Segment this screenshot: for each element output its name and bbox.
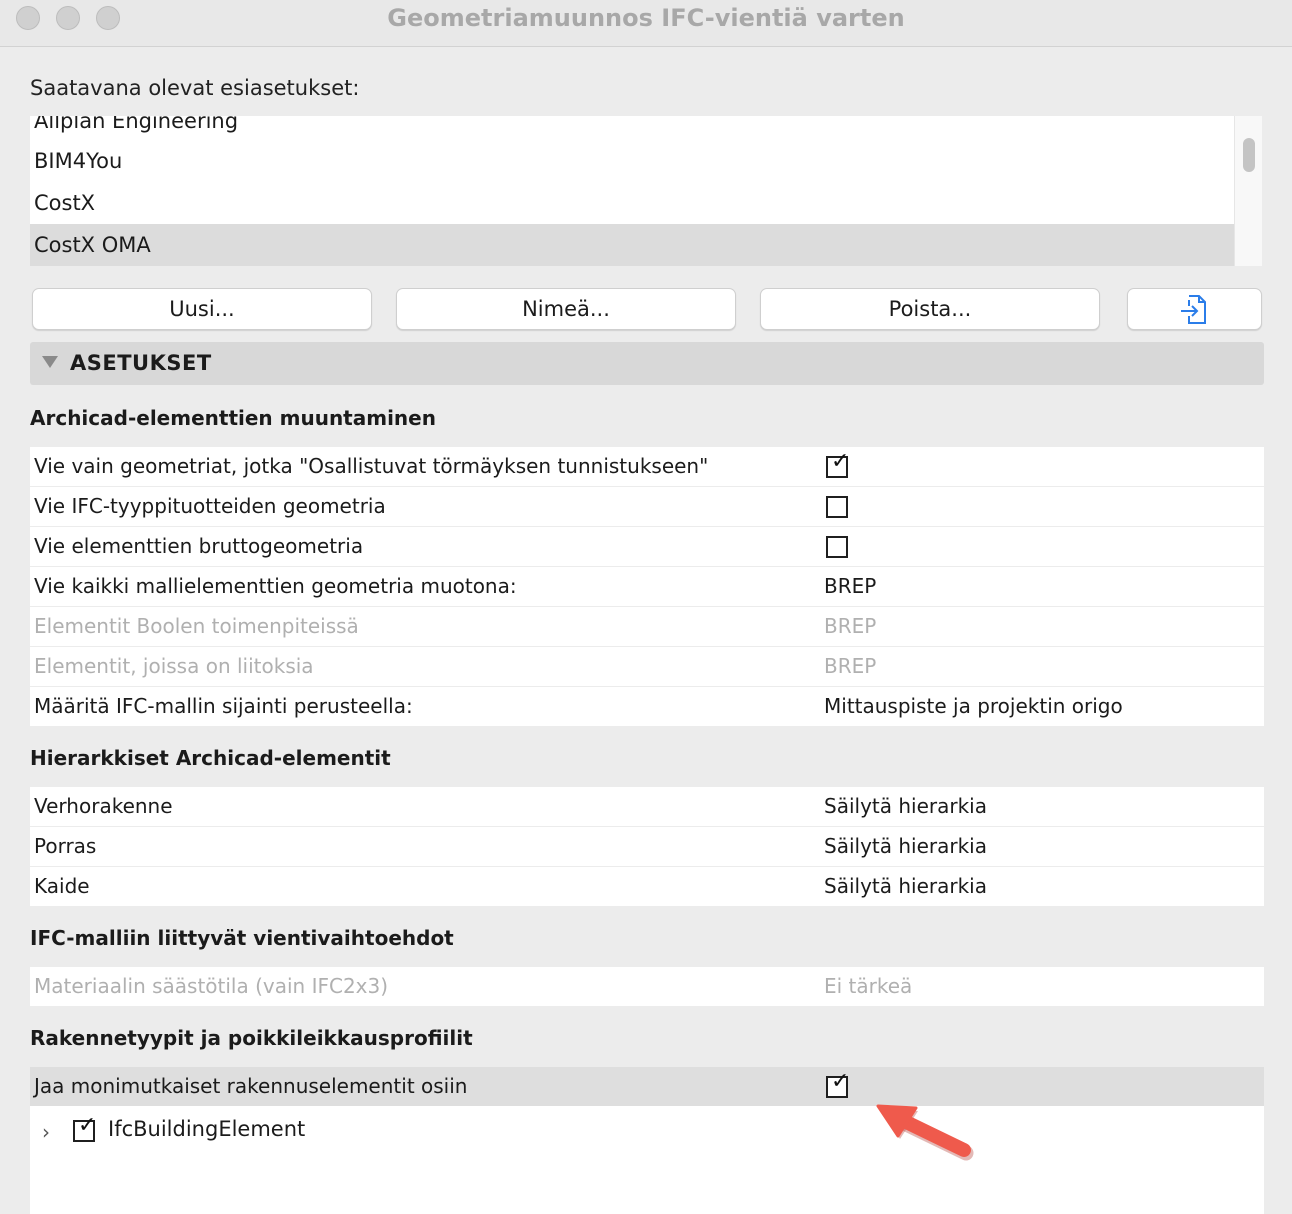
list-item[interactable]: CostX	[30, 182, 1234, 224]
expand-chevron-icon[interactable]: ›	[42, 1120, 50, 1144]
setting-row: Porras Säilytä hierarkia	[30, 827, 1264, 866]
tree-checkbox[interactable]: ✓	[73, 1115, 96, 1142]
checkbox[interactable]	[826, 496, 848, 518]
setting-name: Vie IFC-tyyppituotteiden geometria	[34, 494, 386, 518]
settings-section-header[interactable]: ASETUKSET	[30, 342, 1264, 385]
list-item-selected[interactable]: CostX OMA	[30, 224, 1234, 266]
import-icon	[1180, 295, 1206, 324]
presets-label: Saatavana olevat esiasetukset:	[30, 76, 360, 100]
setting-row: Vie IFC-tyyppituotteiden geometria	[30, 487, 1264, 526]
setting-name: Kaide	[34, 874, 90, 898]
title-bar: Geometriamuunnos IFC-vientiä varten	[0, 0, 1292, 47]
scrollbar-thumb[interactable]	[1243, 138, 1255, 172]
check-icon: ✓	[78, 1113, 97, 1138]
import-button[interactable]	[1127, 288, 1262, 330]
checkbox[interactable]: ✓	[826, 1071, 849, 1098]
group-title: Hierarkkiset Archicad-elementit	[30, 746, 391, 770]
group-title: Rakennetyypit ja poikkileikkausprofiilit	[30, 1026, 473, 1050]
setting-row: Vie elementtien bruttogeometria	[30, 527, 1264, 566]
setting-name: Vie elementtien bruttogeometria	[34, 534, 364, 558]
list-item[interactable]: BIM4You	[30, 140, 1234, 182]
setting-row: Materiaalin säästötila (vain IFC2x3) Ei …	[30, 967, 1264, 1006]
group-title: Archicad-elementtien muuntaminen	[30, 406, 436, 430]
new-button[interactable]: Uusi...	[32, 288, 372, 330]
check-icon: ✓	[831, 1069, 850, 1094]
setting-row-selected[interactable]: Jaa monimutkaiset rakennuselementit osii…	[30, 1067, 1264, 1106]
setting-row: Vie vain geometriat, jotka "Osallistuvat…	[30, 447, 1264, 486]
setting-value: Ei tärkeä	[824, 974, 913, 998]
setting-name: Verhorakenne	[34, 794, 173, 818]
setting-name: Porras	[34, 834, 97, 858]
check-icon: ✓	[831, 449, 850, 474]
disclosure-triangle-icon[interactable]	[42, 356, 58, 368]
setting-value: BREP	[824, 654, 877, 678]
setting-value[interactable]: Säilytä hierarkia	[824, 827, 987, 866]
setting-row: Verhorakenne Säilytä hierarkia	[30, 787, 1264, 826]
setting-value[interactable]: Säilytä hierarkia	[824, 867, 987, 906]
setting-value[interactable]: Mittauspiste ja projektin origo	[824, 687, 1123, 726]
window-title: Geometriamuunnos IFC-vientiä varten	[387, 4, 905, 32]
presets-list[interactable]: Allplan Engineering BIM4You CostX CostX …	[30, 116, 1262, 266]
annotation-arrow-icon	[876, 1104, 974, 1161]
setting-value[interactable]: BREP	[824, 567, 876, 606]
setting-row: Määritä IFC-mallin sijainti perusteella:…	[30, 687, 1264, 726]
setting-row: Elementit, joissa on liitoksia BREP	[30, 647, 1264, 686]
setting-row: Elementit Boolen toimenpiteissä BREP	[30, 607, 1264, 646]
setting-value: BREP	[824, 614, 877, 638]
delete-button[interactable]: Poista...	[760, 288, 1100, 330]
setting-name: Vie kaikki mallielementtien geometria mu…	[34, 574, 517, 598]
checkbox[interactable]	[826, 536, 848, 558]
setting-row: Kaide Säilytä hierarkia	[30, 867, 1264, 906]
element-tree: › ✓ IfcBuildingElement	[30, 1106, 1264, 1214]
list-item[interactable]: Allplan Engineering	[30, 116, 1234, 142]
setting-value[interactable]: Säilytä hierarkia	[824, 787, 987, 826]
rename-button[interactable]: Nimeä...	[396, 288, 736, 330]
setting-name: Elementit, joissa on liitoksia	[34, 654, 314, 678]
setting-name: Jaa monimutkaiset rakennuselementit osii…	[34, 1074, 468, 1098]
tree-item-label[interactable]: IfcBuildingElement	[108, 1117, 305, 1141]
setting-name: Vie vain geometriat, jotka "Osallistuvat…	[34, 454, 709, 478]
setting-name: Materiaalin säästötila (vain IFC2x3)	[34, 974, 389, 998]
setting-name: Määritä IFC-mallin sijainti perusteella:	[34, 694, 413, 718]
setting-row: Vie kaikki mallielementtien geometria mu…	[30, 567, 1264, 606]
setting-name: Elementit Boolen toimenpiteissä	[34, 614, 359, 638]
group-title: IFC-malliin liittyvät vientivaihtoehdot	[30, 926, 454, 950]
checkbox[interactable]: ✓	[826, 451, 849, 478]
presets-scrollbar[interactable]	[1234, 116, 1262, 266]
settings-title: ASETUKSET	[70, 351, 212, 375]
